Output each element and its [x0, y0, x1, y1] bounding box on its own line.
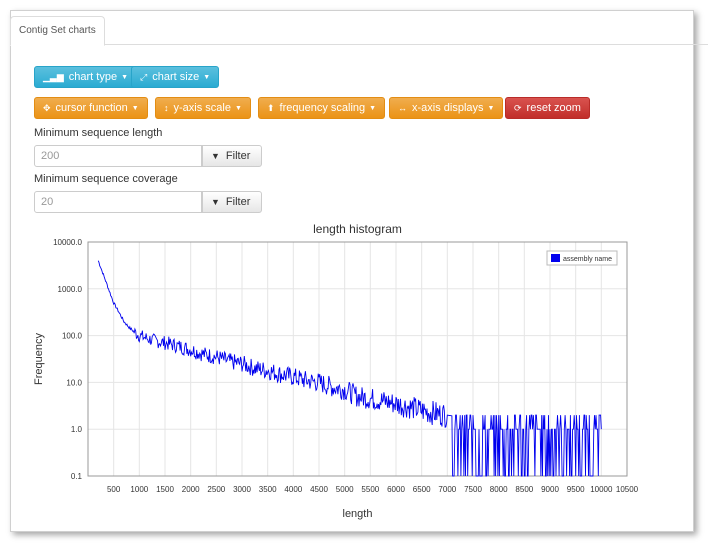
min-length-label: Minimum sequence length: [34, 127, 163, 139]
y-tick-label: 0.1: [71, 472, 83, 481]
x-tick-label: 5500: [361, 485, 379, 494]
caret-down-icon: ▼: [131, 104, 139, 112]
x-tick-label: 9000: [541, 485, 559, 494]
bar-chart-icon: ▁▃▆: [43, 71, 64, 82]
circle-up-icon: ⬆: [267, 102, 275, 113]
caret-down-icon: ▼: [203, 73, 211, 81]
resize-icon: ⤢: [140, 71, 148, 82]
x-axis-label: length: [343, 508, 373, 520]
x-tick-label: 9500: [567, 485, 585, 494]
x-tick-label: 4500: [310, 485, 328, 494]
min-length-input[interactable]: [34, 145, 202, 167]
x-tick-label: 7500: [464, 485, 482, 494]
x-tick-label: 5000: [336, 485, 354, 494]
min-coverage-filter-button[interactable]: ▼ Filter: [202, 191, 262, 213]
frequency-scaling-button[interactable]: ⬆ frequency scaling ▼: [258, 97, 386, 119]
x-tick-label: 3000: [233, 485, 251, 494]
x-tick-label: 10000: [590, 485, 613, 494]
caret-down-icon: ▼: [234, 104, 242, 112]
tab-divider: [10, 44, 708, 45]
move-icon: ✥: [43, 102, 51, 113]
legend-label: assembly name: [563, 256, 612, 263]
y-tick-label: 10.0: [66, 378, 82, 387]
length-histogram-chart[interactable]: 500 1000 1500 2000 2500 3000 3500 4000 4500 5000 5…: [20, 218, 660, 528]
x-tick-label: 6500: [413, 485, 431, 494]
cursor-function-button[interactable]: ✥ cursor function ▼: [34, 97, 148, 119]
min-coverage-label: Minimum sequence coverage: [34, 173, 178, 185]
x-tick-label: 4000: [284, 485, 302, 494]
plot-area: [87, 241, 628, 477]
filter-icon: ▼: [211, 151, 220, 161]
x-tick-label: 6000: [387, 485, 405, 494]
y-tick-label: 10000.0: [53, 238, 82, 247]
x-tick-label: 10500: [616, 485, 639, 494]
caret-down-icon: ▼: [487, 104, 495, 112]
x-tick-label: 1500: [156, 485, 174, 494]
caret-down-icon: ▼: [369, 104, 377, 112]
x-tick-label: 3500: [259, 485, 277, 494]
min-length-filter-button[interactable]: ▼ Filter: [202, 145, 262, 167]
x-tick-label: 8500: [515, 485, 533, 494]
reset-zoom-button[interactable]: ⟳ reset zoom: [505, 97, 590, 119]
x-tick-label: 2500: [207, 485, 225, 494]
x-tick-label: 2000: [182, 485, 200, 494]
y-tick-label: 1.0: [71, 425, 83, 434]
chart-type-button[interactable]: ▁▃▆ chart type ▼: [34, 66, 138, 88]
x-tick-label: 8000: [490, 485, 508, 494]
y-axis-label: Frequency: [33, 333, 45, 385]
y-axis-scale-button[interactable]: ↕ y-axis scale ▼: [155, 97, 251, 119]
caret-down-icon: ▼: [121, 73, 129, 81]
tab-contig-set-charts[interactable]: Contig Set charts: [10, 16, 105, 46]
x-axis-displays-button[interactable]: ↔ x-axis displays ▼: [389, 97, 504, 119]
filter-icon: ▼: [211, 197, 220, 207]
chart-title: length histogram: [313, 222, 402, 236]
min-coverage-input[interactable]: [34, 191, 202, 213]
y-tick-label: 1000.0: [58, 285, 83, 294]
legend-swatch: [551, 254, 560, 262]
vertical-resize-icon: ↕: [164, 103, 169, 113]
x-tick-label: 500: [107, 485, 121, 494]
x-tick-label: 1000: [130, 485, 148, 494]
refresh-icon: ⟳: [514, 102, 522, 113]
x-tick-label: 7000: [438, 485, 456, 494]
y-tick-label: 100.0: [62, 332, 83, 341]
horizontal-resize-icon: ↔: [398, 103, 407, 113]
chart-size-button[interactable]: ⤢ chart size ▼: [131, 66, 220, 88]
